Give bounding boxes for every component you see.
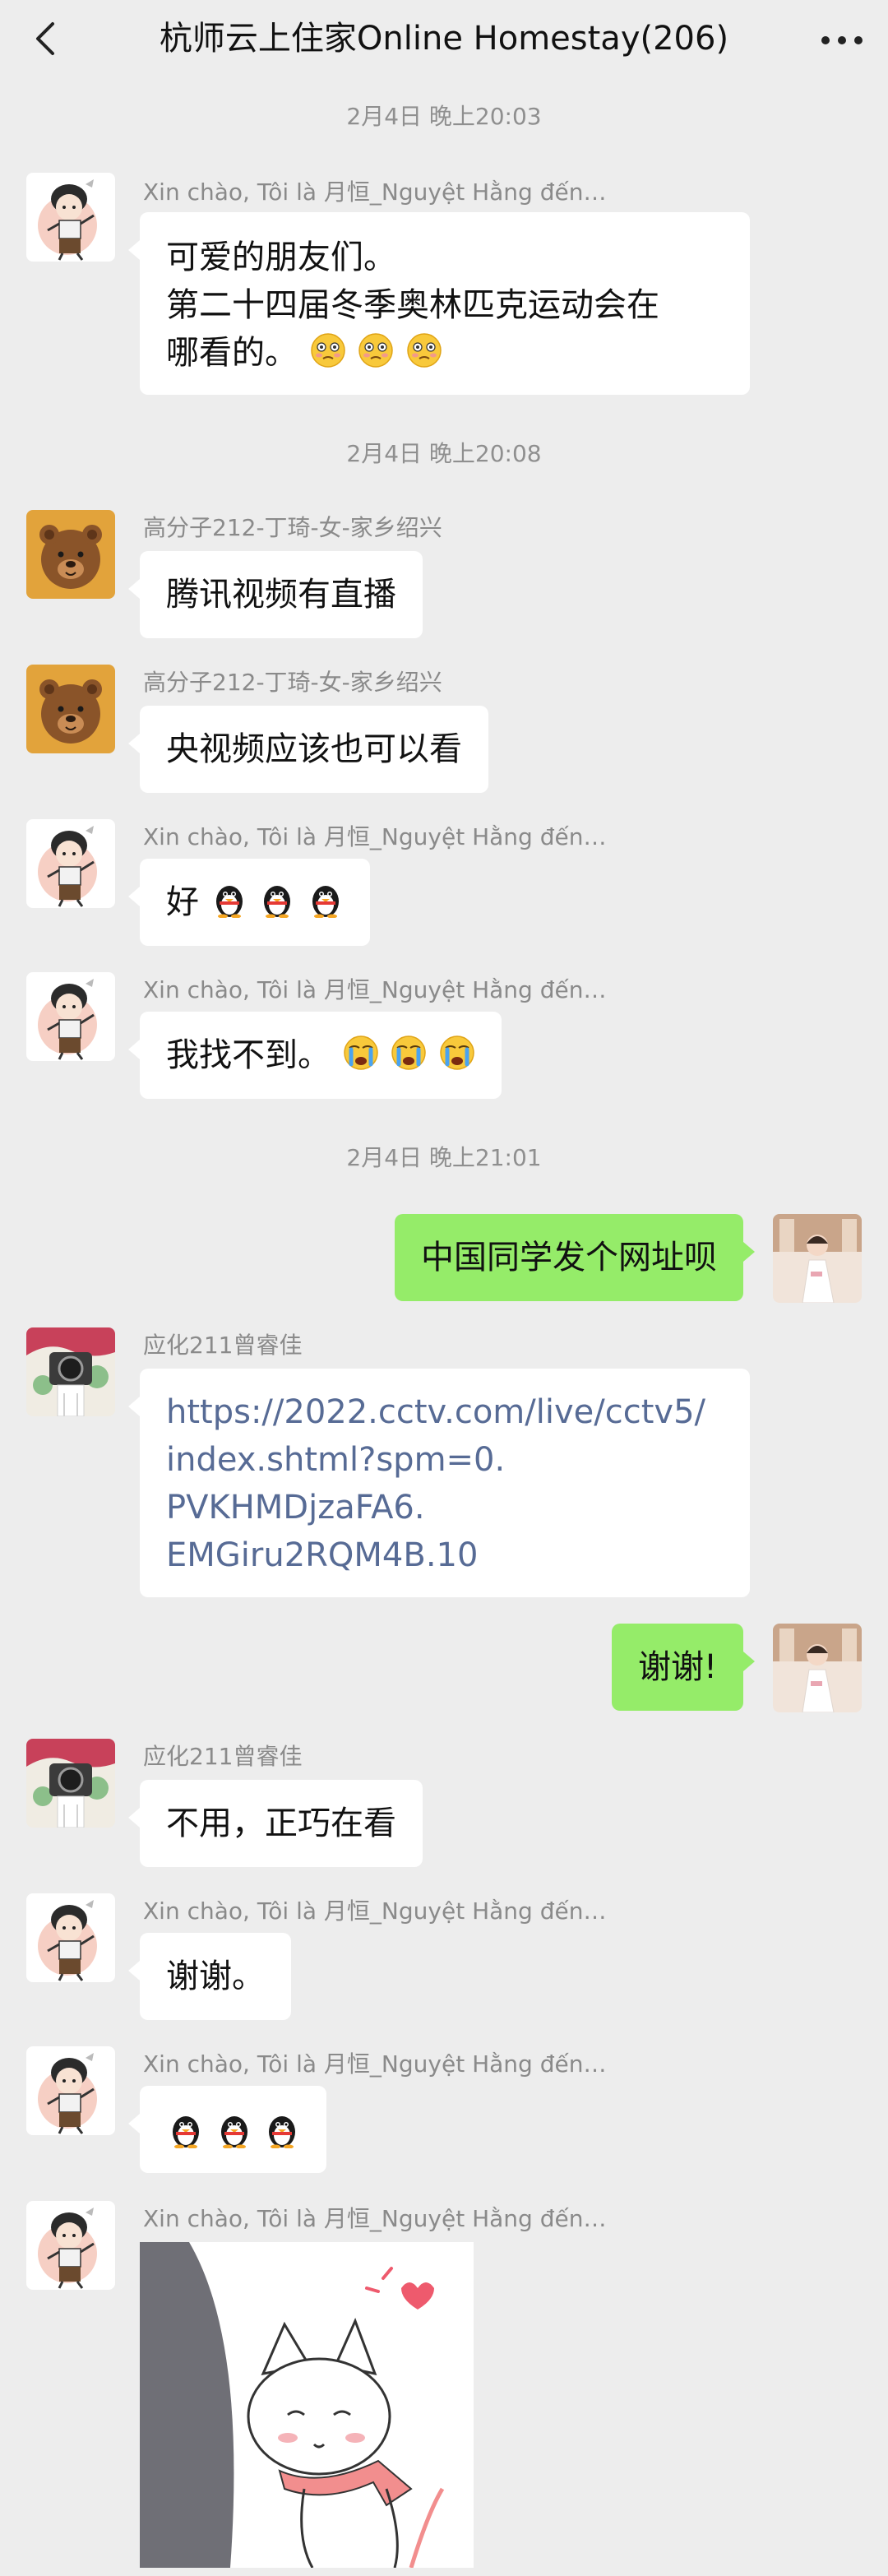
avatar[interactable]: [26, 819, 115, 908]
message-bubble-own[interactable]: 谢谢!: [611, 1624, 756, 1711]
avatar[interactable]: [26, 510, 115, 599]
sender-name: Xin chào, Tôi là 月恒_Nguyệt Hằng đến…: [143, 823, 607, 850]
sender-name: 高分子212-丁琦-女-家乡绍兴: [143, 514, 442, 541]
flushed-face-emoji: [407, 333, 442, 368]
link-text[interactable]: PVKHMDjzaFA6.: [166, 1484, 724, 1531]
message-text: 好: [166, 883, 199, 921]
message-bubble[interactable]: 谢谢。: [128, 1933, 291, 2020]
avatar-self[interactable]: [773, 1214, 862, 1303]
message-text: 第二十四届冬季奥林匹克运动会在: [166, 286, 659, 324]
message-bubble[interactable]: 央视频应该也可以看: [128, 706, 488, 793]
chat-title: 杭师云上住家Online Homestay(206): [159, 20, 729, 58]
link-text[interactable]: EMGiru2RQM4B.10: [166, 1531, 724, 1579]
qq-penguin-emoji: [215, 886, 243, 918]
flushed-face-emoji: [310, 333, 345, 368]
message-bubble-own[interactable]: 中国同学发个网址呗: [395, 1214, 755, 1301]
avatar[interactable]: [26, 1893, 115, 1982]
qq-penguin-emoji: [173, 2116, 199, 2148]
message-text: 谢谢。: [166, 1957, 265, 1995]
message-text: 不用，正巧在看: [166, 1805, 396, 1842]
qq-penguin-emoji: [220, 2116, 247, 2148]
sender-name: Xin chào, Tôi là 月恒_Nguyệt Hằng đến…: [143, 178, 607, 206]
flushed-face-emoji: [358, 333, 394, 368]
message-text: 哪看的。: [166, 334, 298, 372]
avatar[interactable]: [26, 2201, 115, 2290]
avatar-self[interactable]: [773, 1624, 862, 1712]
sender-name: Xin chào, Tôi là 月恒_Nguyệt Hằng đến…: [143, 1897, 607, 1925]
avatar[interactable]: [26, 173, 115, 262]
more-dots-icon[interactable]: [817, 20, 867, 61]
message-bubble[interactable]: 腾讯视频有直播: [128, 551, 423, 638]
avatar[interactable]: [26, 665, 115, 753]
message-text: 谢谢!: [637, 1648, 717, 1686]
qq-penguin-emoji: [312, 886, 340, 918]
sender-name: Xin chào, Tôi là 月恒_Nguyệt Hằng đến…: [143, 2205, 607, 2232]
message-bubble[interactable]: 可爱的朋友们。 第二十四届冬季奥林匹克运动会在 哪看的。: [128, 212, 750, 395]
message-text: 我找不到。: [166, 1036, 331, 1074]
avatar[interactable]: [26, 972, 115, 1061]
message-text: 中国同学发个网址呗: [421, 1239, 717, 1276]
timestamp: 2月4日 晚上20:03: [346, 103, 542, 130]
avatar[interactable]: [26, 1739, 115, 1828]
chat-header: 杭师云上住家Online Homestay(206): [0, 0, 888, 79]
avatar[interactable]: [26, 1327, 115, 1416]
message-bubble[interactable]: [127, 2086, 327, 2173]
link-text[interactable]: index.shtml?spm=0.: [166, 1436, 724, 1484]
message-text: 央视频应该也可以看: [166, 730, 462, 768]
message-bubble[interactable]: 我找不到。: [127, 1012, 502, 1099]
timestamp: 2月4日 晚上21:01: [346, 1144, 542, 1171]
message-text: 可爱的朋友们。: [166, 239, 396, 276]
sender-name: Xin chào, Tôi là 月恒_Nguyệt Hằng đến…: [143, 2050, 607, 2078]
sender-name: Xin chào, Tôi là 月恒_Nguyệt Hằng đến…: [143, 976, 607, 1003]
crying-face-emoji: [391, 1035, 427, 1071]
avatar[interactable]: [26, 2046, 115, 2135]
sender-name: 应化211曾睿佳: [143, 1743, 303, 1770]
sender-name: 应化211曾睿佳: [143, 1332, 303, 1359]
message-bubble[interactable]: 好: [127, 859, 371, 946]
sticker-image[interactable]: [140, 2242, 474, 2568]
crying-face-emoji: [439, 1035, 475, 1071]
timestamp: 2月4日 晚上20:08: [346, 440, 542, 467]
message-bubble[interactable]: https://2022.cctv.com/live/cctv5/ index.…: [128, 1369, 750, 1597]
qq-penguin-emoji: [269, 2116, 296, 2148]
link-text[interactable]: https://2022.cctv.com/live/cctv5/: [166, 1388, 724, 1436]
qq-penguin-emoji: [264, 886, 291, 918]
message-text: 腾讯视频有直播: [166, 576, 396, 614]
crying-face-emoji: [343, 1035, 379, 1071]
sender-name: 高分子212-丁琦-女-家乡绍兴: [143, 669, 442, 696]
message-bubble[interactable]: 不用，正巧在看: [128, 1780, 423, 1867]
